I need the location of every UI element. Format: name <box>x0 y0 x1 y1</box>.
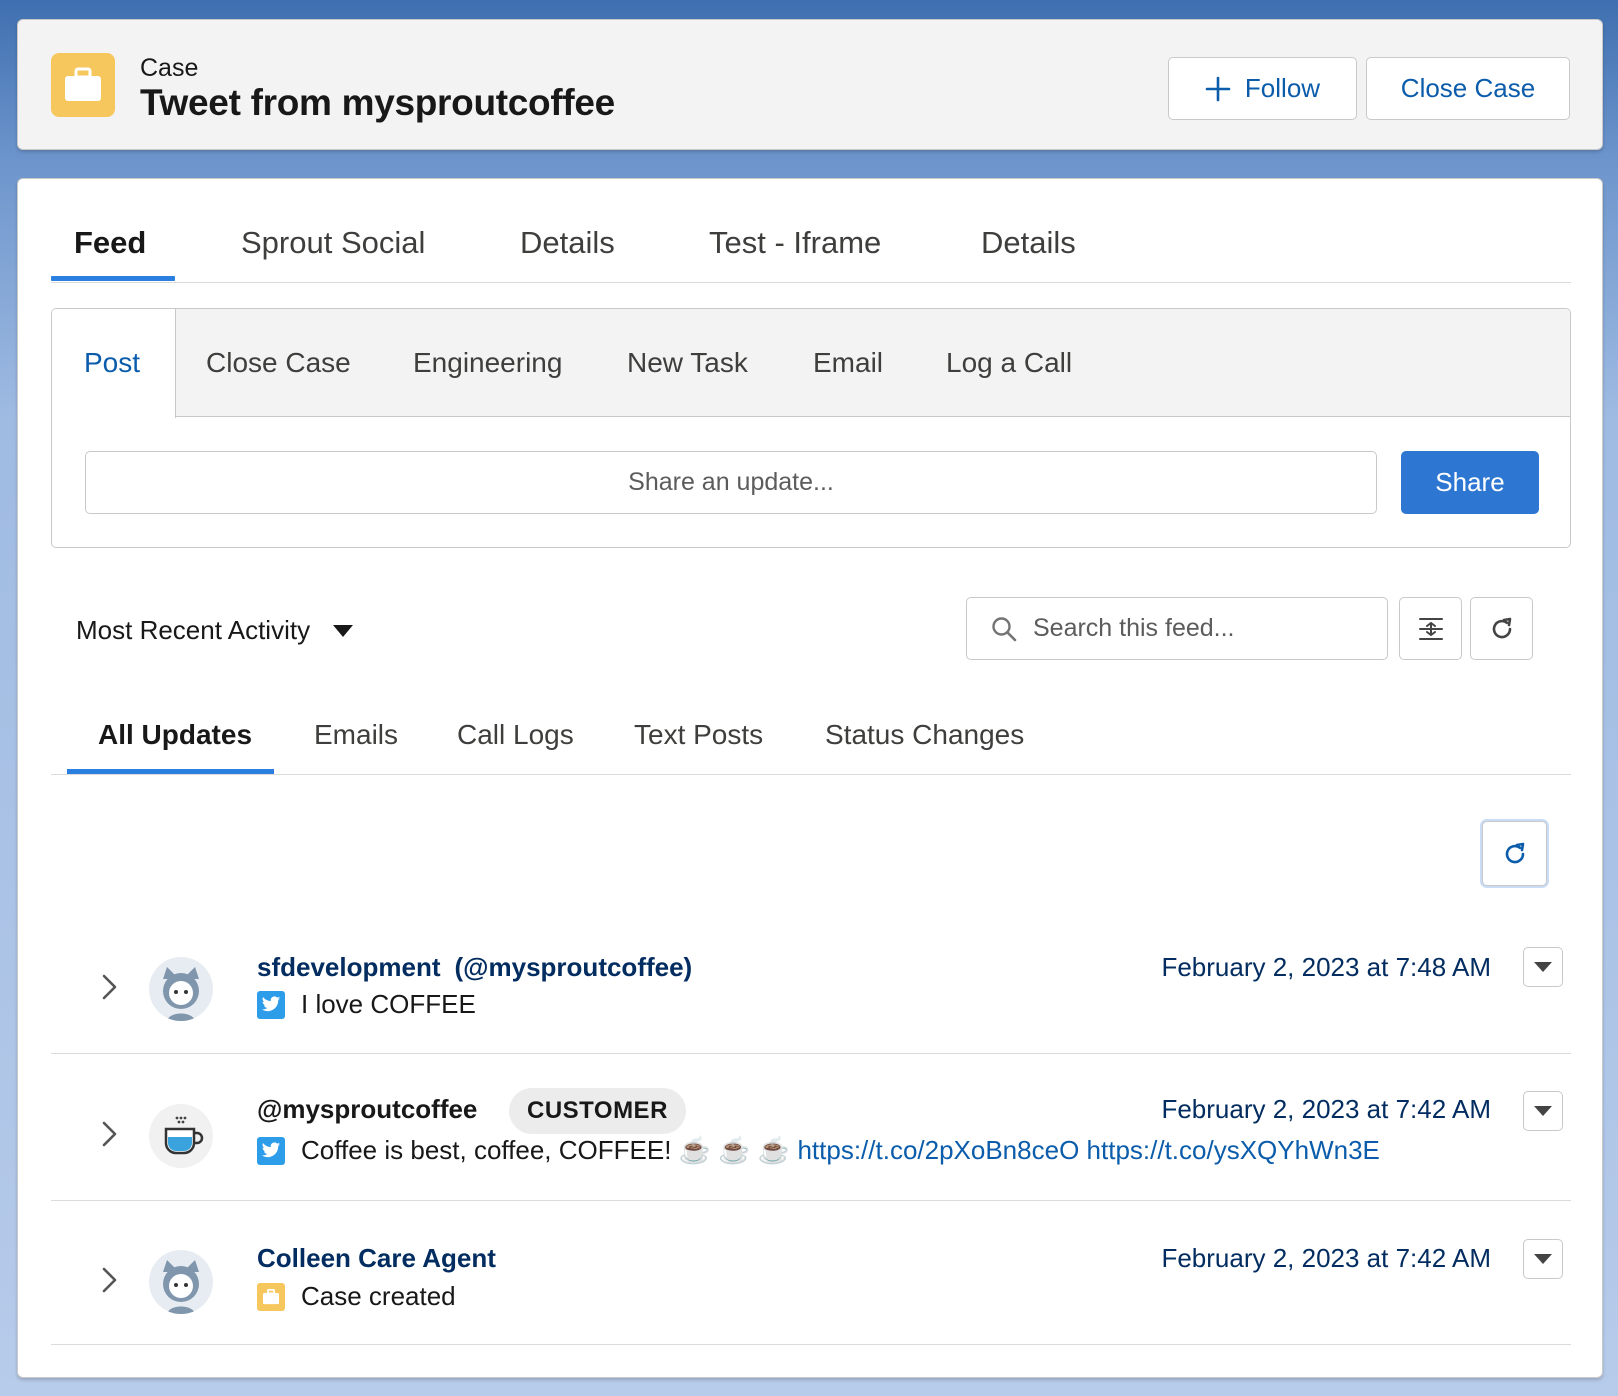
twitter-icon <box>257 990 285 1019</box>
feed-message: I love COFFEE <box>257 989 476 1020</box>
message-text: Coffee is best, coffee, COFFEE! ☕ ☕ ☕ <box>301 1135 791 1165</box>
feed-filter-tabs: All Updates Emails Call Logs Text Posts … <box>51 699 1571 775</box>
share-button[interactable]: Share <box>1401 451 1539 514</box>
actor-name[interactable]: sfdevelopment <box>257 952 441 982</box>
sort-label: Most Recent Activity <box>76 615 311 645</box>
share-update-input[interactable]: Share an update... <box>85 451 1377 514</box>
actor-handle[interactable]: (@mysproutcoffee) <box>455 952 693 982</box>
sort-dropdown[interactable]: Most Recent Activity <box>76 615 354 646</box>
publisher-tab-post[interactable]: Post <box>84 347 140 379</box>
actor-name[interactable]: Colleen Care Agent <box>257 1243 496 1274</box>
caret-down-icon <box>1534 1254 1552 1264</box>
avatar <box>149 1250 213 1314</box>
feed-tab-text-posts[interactable]: Text Posts <box>634 719 763 751</box>
feed-tab-status-changes[interactable]: Status Changes <box>825 719 1024 751</box>
feed-item-menu-button[interactable] <box>1523 1239 1563 1279</box>
publisher: Post Close Case Engineering New Task Ema… <box>51 308 1571 548</box>
tab-feed[interactable]: Feed <box>74 225 146 261</box>
plus-icon <box>1205 76 1231 101</box>
active-tab-indicator <box>51 276 175 281</box>
publisher-tab-log-a-call[interactable]: Log a Call <box>946 347 1072 379</box>
feed-panel: Feed Sprout Social Details Test - Iframe… <box>17 178 1603 1378</box>
message-text: I love COFFEE <box>301 989 476 1019</box>
refresh-icon <box>1505 842 1524 863</box>
publisher-tab-engineering[interactable]: Engineering <box>413 347 562 379</box>
publisher-tabs: Post Close Case Engineering New Task Ema… <box>52 309 1570 418</box>
actor-name[interactable]: @mysproutcoffee <box>257 1094 477 1125</box>
record-tabs: Feed Sprout Social Details Test - Iframe… <box>51 179 1571 283</box>
publisher-tab-close-case[interactable]: Close Case <box>206 347 351 379</box>
feed-item-menu-button[interactable] <box>1523 947 1563 987</box>
feed-item: Colleen Care Agent Case created February… <box>51 1201 1571 1345</box>
refresh-feed-button[interactable] <box>1470 597 1533 660</box>
expand-collapse-icon <box>1418 617 1443 640</box>
chevron-right-icon[interactable] <box>101 1121 119 1147</box>
avatar <box>149 1104 213 1168</box>
close-case-button[interactable]: Close Case <box>1366 57 1570 120</box>
feed-timestamp[interactable]: February 2, 2023 at 7:48 AM <box>1161 952 1491 983</box>
tab-details-2[interactable]: Details <box>981 225 1076 261</box>
avatar <box>149 957 213 1021</box>
active-feed-tab-indicator <box>67 769 274 774</box>
actor-line: sfdevelopment (@mysproutcoffee) <box>257 952 692 983</box>
refresh-icon <box>1492 617 1511 638</box>
feed-item: @mysproutcoffee CUSTOMER Coffee is best,… <box>51 1054 1571 1201</box>
caret-down-icon <box>1534 962 1552 972</box>
feed-item-menu-button[interactable] <box>1523 1091 1563 1131</box>
publisher-tab-new-task[interactable]: New Task <box>627 347 748 379</box>
chevron-right-icon[interactable] <box>101 974 119 1000</box>
tweet-link[interactable]: https://t.co/2pXoBn8ceO <box>797 1135 1079 1165</box>
feed-timestamp[interactable]: February 2, 2023 at 7:42 AM <box>1161 1243 1491 1274</box>
feed-message: Case created <box>257 1281 456 1312</box>
search-feed-input[interactable]: Search this feed... <box>966 597 1388 660</box>
search-placeholder: Search this feed... <box>1033 614 1235 642</box>
feed-timestamp[interactable]: February 2, 2023 at 7:42 AM <box>1161 1094 1491 1125</box>
twitter-icon <box>257 1136 285 1165</box>
record-header: Case Tweet from mysproutcoffee Follow Cl… <box>17 19 1603 150</box>
tab-sprout-social[interactable]: Sprout Social <box>241 225 425 261</box>
refresh-updates-button[interactable] <box>1482 821 1547 886</box>
feed-tab-call-logs[interactable]: Call Logs <box>457 719 574 751</box>
coffee-cup-icon <box>164 1116 204 1155</box>
tab-details[interactable]: Details <box>520 225 615 261</box>
tweet-link[interactable]: https://t.co/ysXQYhWn3E <box>1087 1135 1380 1165</box>
feed-item: sfdevelopment (@mysproutcoffee) I love CO… <box>51 905 1571 1054</box>
follow-label: Follow <box>1244 73 1321 103</box>
record-title: Tweet from mysproutcoffee <box>140 82 615 123</box>
caret-down-icon <box>333 624 354 637</box>
follow-button[interactable]: Follow <box>1168 57 1357 120</box>
caret-down-icon <box>1534 1106 1552 1116</box>
search-icon <box>992 616 1017 641</box>
feed-message: Coffee is best, coffee, COFFEE! ☕ ☕ ☕ ht… <box>257 1135 1380 1166</box>
feed-tab-all-updates[interactable]: All Updates <box>98 719 252 751</box>
publisher-tab-email[interactable]: Email <box>813 347 883 379</box>
tab-test-iframe[interactable]: Test - Iframe <box>709 225 881 261</box>
chevron-right-icon[interactable] <box>101 1267 119 1293</box>
case-icon <box>51 53 115 117</box>
message-text: Case created <box>301 1281 456 1311</box>
case-icon <box>257 1282 285 1311</box>
customer-badge: CUSTOMER <box>509 1088 686 1134</box>
object-label: Case <box>140 54 199 82</box>
feed-tab-emails[interactable]: Emails <box>314 719 398 751</box>
collapse-feed-button[interactable] <box>1399 597 1462 660</box>
